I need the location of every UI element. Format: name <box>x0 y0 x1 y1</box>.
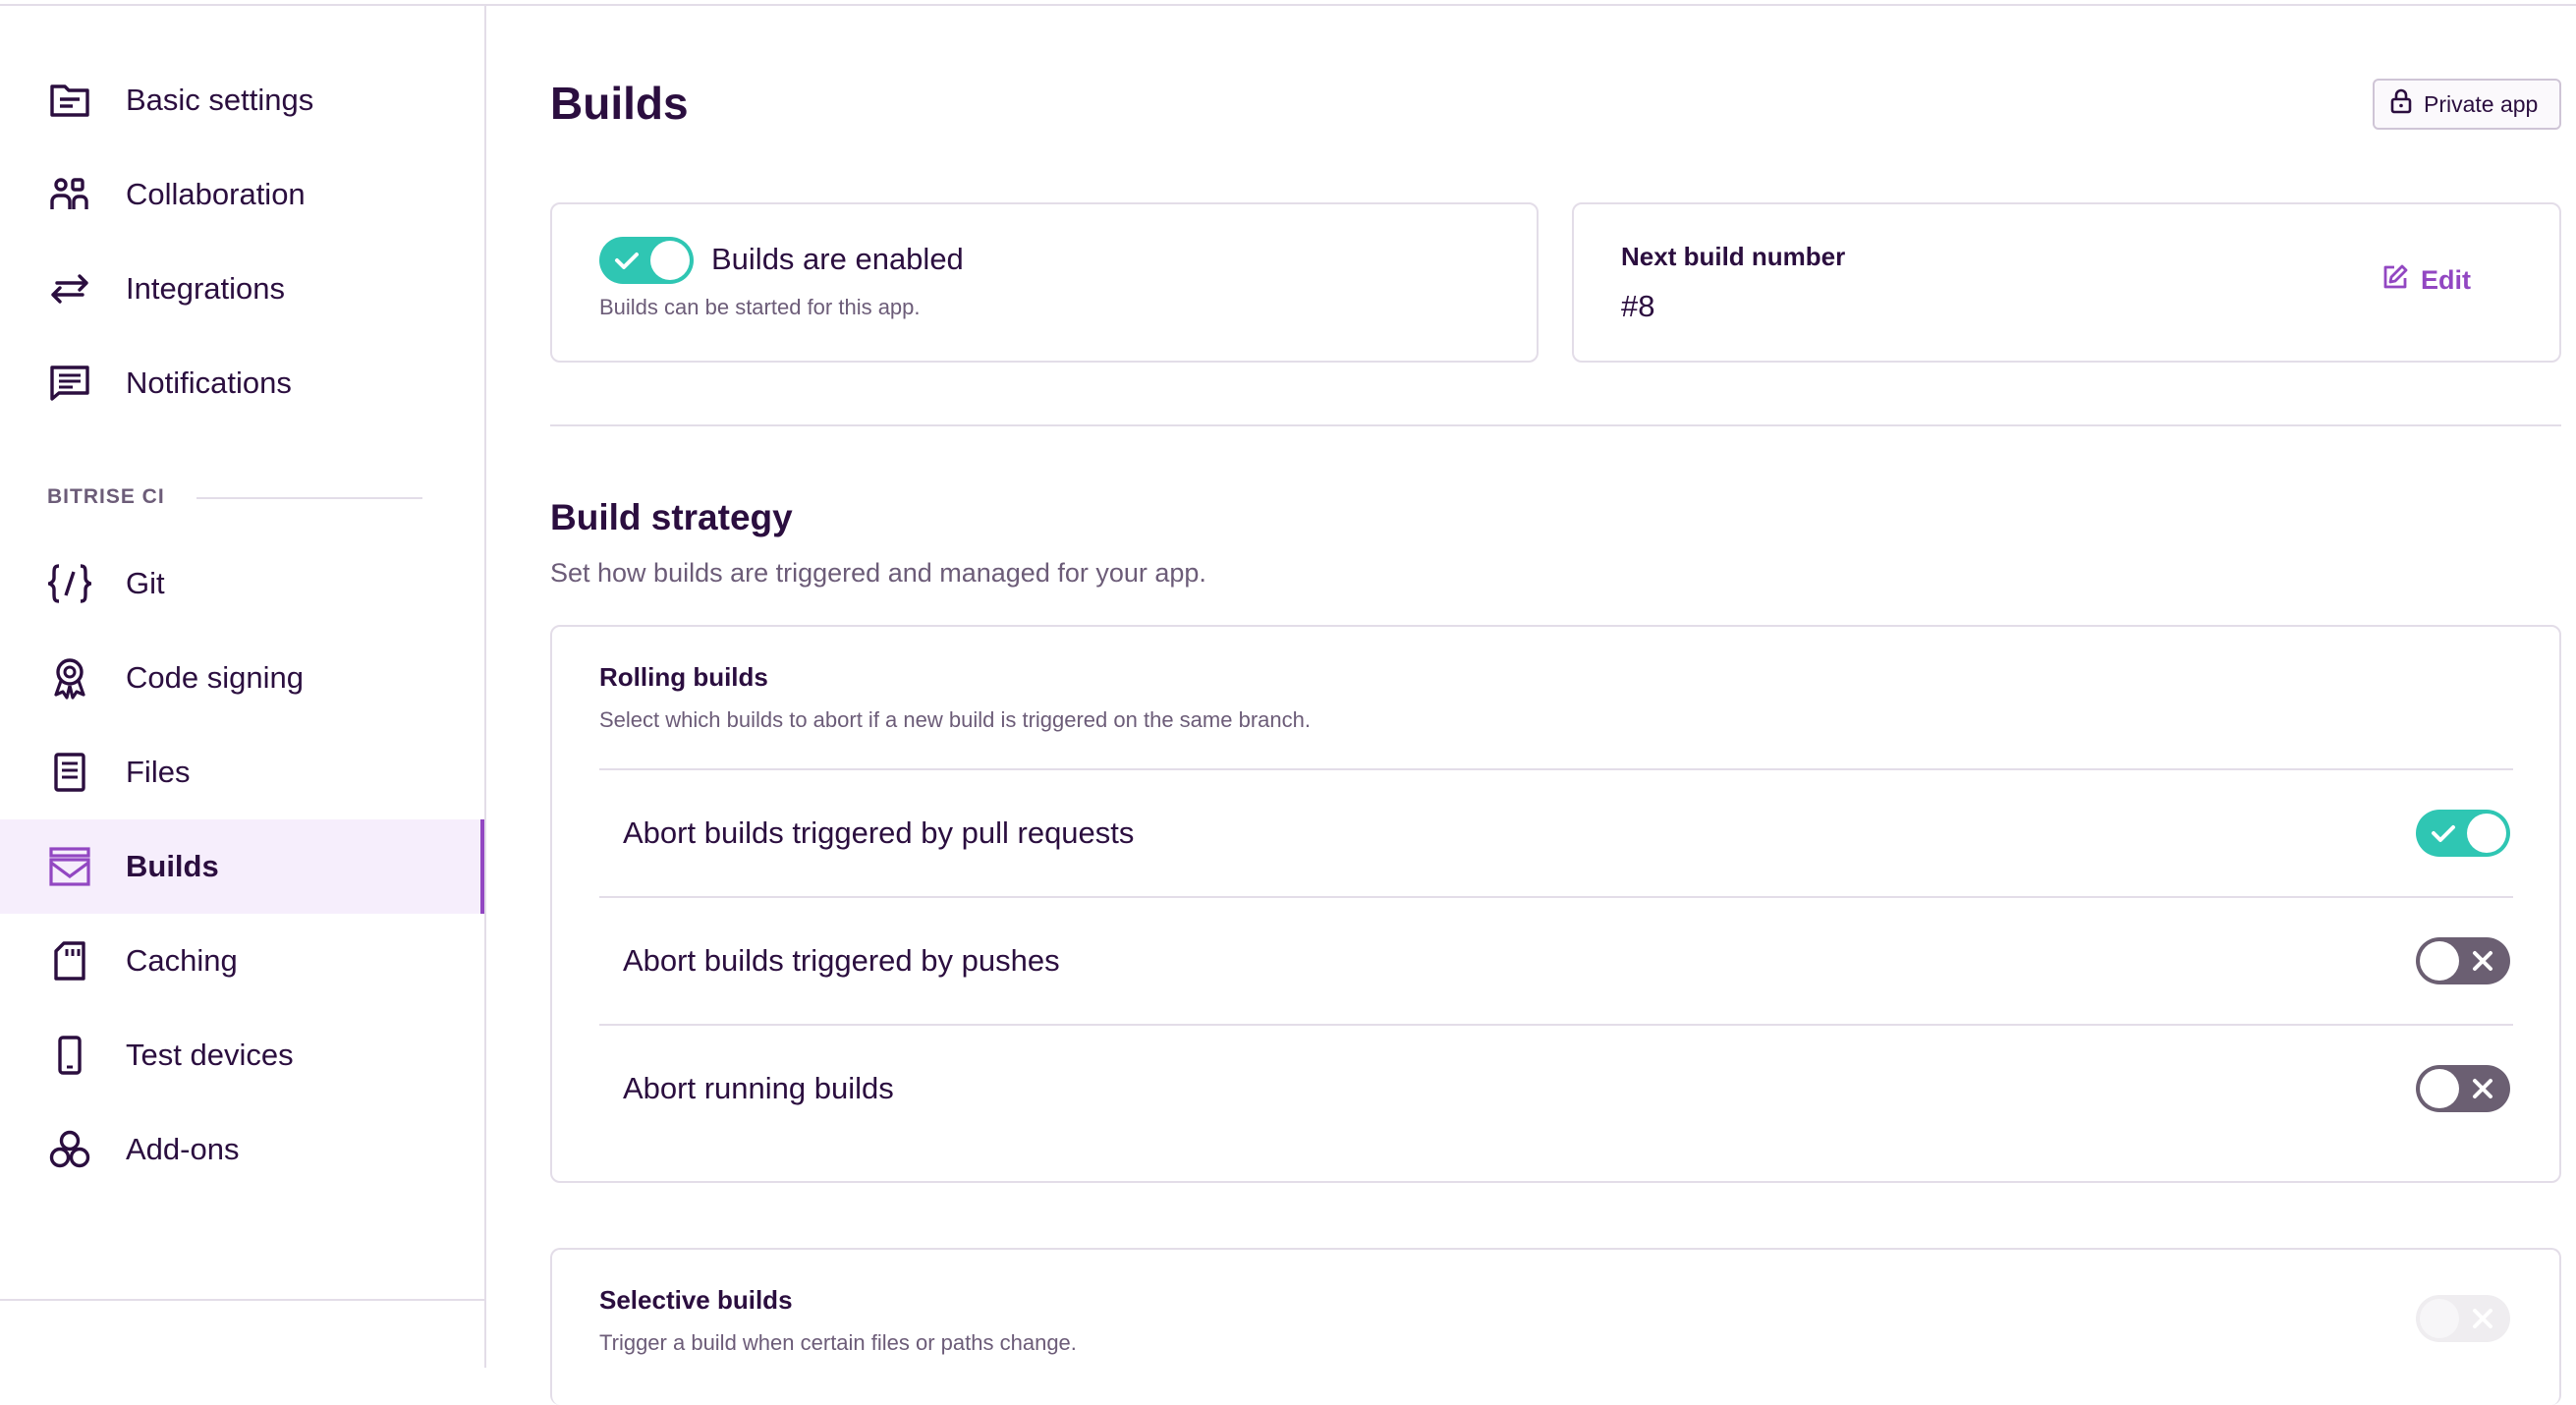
toggle-knob <box>2420 941 2459 981</box>
close-icon <box>2473 951 2492 971</box>
sidebar-item-collaboration[interactable]: Collaboration <box>0 147 484 242</box>
private-app-button[interactable]: Private app <box>2373 79 2561 130</box>
close-icon <box>2473 1079 2492 1098</box>
build-strategy-subtitle: Set how builds are triggered and managed… <box>550 558 1206 588</box>
toggle-knob <box>2420 1299 2459 1338</box>
sidebar-section-label: BITRISE CI <box>47 485 165 508</box>
option-label: Abort builds triggered by pull requests <box>623 815 1135 850</box>
sidebar-item-label: Caching <box>126 943 238 978</box>
next-build-label: Next build number <box>1621 242 1846 271</box>
phone-icon <box>47 1033 92 1078</box>
selective-builds-title: Selective builds <box>599 1285 793 1315</box>
rolling-builds-subtitle: Select which builds to abort if a new bu… <box>599 707 1311 732</box>
section-divider <box>196 497 422 499</box>
check-icon <box>615 253 639 269</box>
sidebar-item-label: Collaboration <box>126 177 306 211</box>
sidebar-item-code-signing[interactable]: Code signing <box>0 631 484 725</box>
toggle-knob <box>650 241 690 280</box>
sidebar-item-label: Basic settings <box>126 83 314 117</box>
lock-icon <box>2390 88 2412 120</box>
list-item: Abort builds triggered by pushes <box>599 898 2513 1024</box>
abort-pr-builds-toggle[interactable] <box>2416 810 2510 857</box>
file-icon <box>47 750 92 795</box>
builds-enabled-title: Builds are enabled <box>711 242 964 276</box>
option-label: Abort running builds <box>623 1071 894 1105</box>
sd-card-icon <box>47 938 92 984</box>
badge-icon <box>47 655 92 701</box>
sidebar-item-label: Test devices <box>126 1038 294 1072</box>
edit-label: Edit <box>2421 265 2471 295</box>
addons-icon <box>47 1127 92 1172</box>
sidebar-item-basic-settings[interactable]: Basic settings <box>0 53 484 147</box>
selective-builds-subtitle: Trigger a build when certain files or pa… <box>599 1330 1077 1355</box>
sidebar-item-label: Code signing <box>126 660 304 695</box>
toggle-knob <box>2467 814 2506 853</box>
sidebar-item-files[interactable]: Files <box>0 725 484 819</box>
rolling-builds-card: Rolling builds Select which builds to ab… <box>550 625 2561 1183</box>
sidebar-item-label: Notifications <box>126 365 292 400</box>
sidebar-item-add-ons[interactable]: Add-ons <box>0 1102 484 1197</box>
builds-enabled-toggle[interactable] <box>599 237 694 284</box>
sidebar-item-git[interactable]: Git <box>0 536 484 631</box>
sidebar-item-label: Git <box>126 566 165 600</box>
option-label: Abort builds triggered by pushes <box>623 943 1060 978</box>
sidebar-divider <box>0 1299 484 1301</box>
sidebar-item-integrations[interactable]: Integrations <box>0 242 484 336</box>
sidebar-item-caching[interactable]: Caching <box>0 914 484 1008</box>
private-app-label: Private app <box>2424 90 2539 117</box>
close-icon <box>2473 1309 2492 1328</box>
section-divider <box>550 424 2561 426</box>
builds-icon <box>47 844 92 889</box>
sidebar-item-label: Files <box>126 755 191 789</box>
next-build-value: #8 <box>1621 289 1655 323</box>
rolling-builds-title: Rolling builds <box>599 662 768 692</box>
selective-builds-card: Selective builds Trigger a build when ce… <box>550 1248 2561 1405</box>
build-strategy-title: Build strategy <box>550 497 793 537</box>
edit-icon <box>2381 263 2409 298</box>
toggle-knob <box>2420 1069 2459 1108</box>
list-item: Abort builds triggered by pull requests <box>599 770 2513 896</box>
edit-next-build-button[interactable]: Edit <box>2381 263 2471 298</box>
abort-push-builds-toggle[interactable] <box>2416 937 2510 984</box>
builds-enabled-card: Builds are enabled Builds can be started… <box>550 202 1539 363</box>
abort-running-builds-toggle[interactable] <box>2416 1065 2510 1112</box>
sidebar-item-label: Integrations <box>126 271 285 306</box>
folder-icon <box>47 78 92 123</box>
sidebar-item-test-devices[interactable]: Test devices <box>0 1008 484 1102</box>
people-icon <box>47 172 92 217</box>
message-icon <box>47 361 92 406</box>
settings-sidebar: Basic settings Collaboration Integration… <box>0 6 486 1368</box>
sidebar-item-builds[interactable]: Builds <box>0 819 484 914</box>
sidebar-item-label: Builds <box>126 849 219 883</box>
sidebar-item-label: Add-ons <box>126 1132 240 1166</box>
list-item: Abort running builds <box>599 1026 2513 1152</box>
page-title: Builds <box>550 78 689 129</box>
arrows-icon <box>47 266 92 311</box>
selective-builds-toggle[interactable] <box>2416 1295 2510 1342</box>
code-braces-icon <box>47 561 92 606</box>
builds-enabled-subtitle: Builds can be started for this app. <box>599 295 921 319</box>
sidebar-item-notifications[interactable]: Notifications <box>0 336 484 430</box>
check-icon <box>2432 825 2455 842</box>
